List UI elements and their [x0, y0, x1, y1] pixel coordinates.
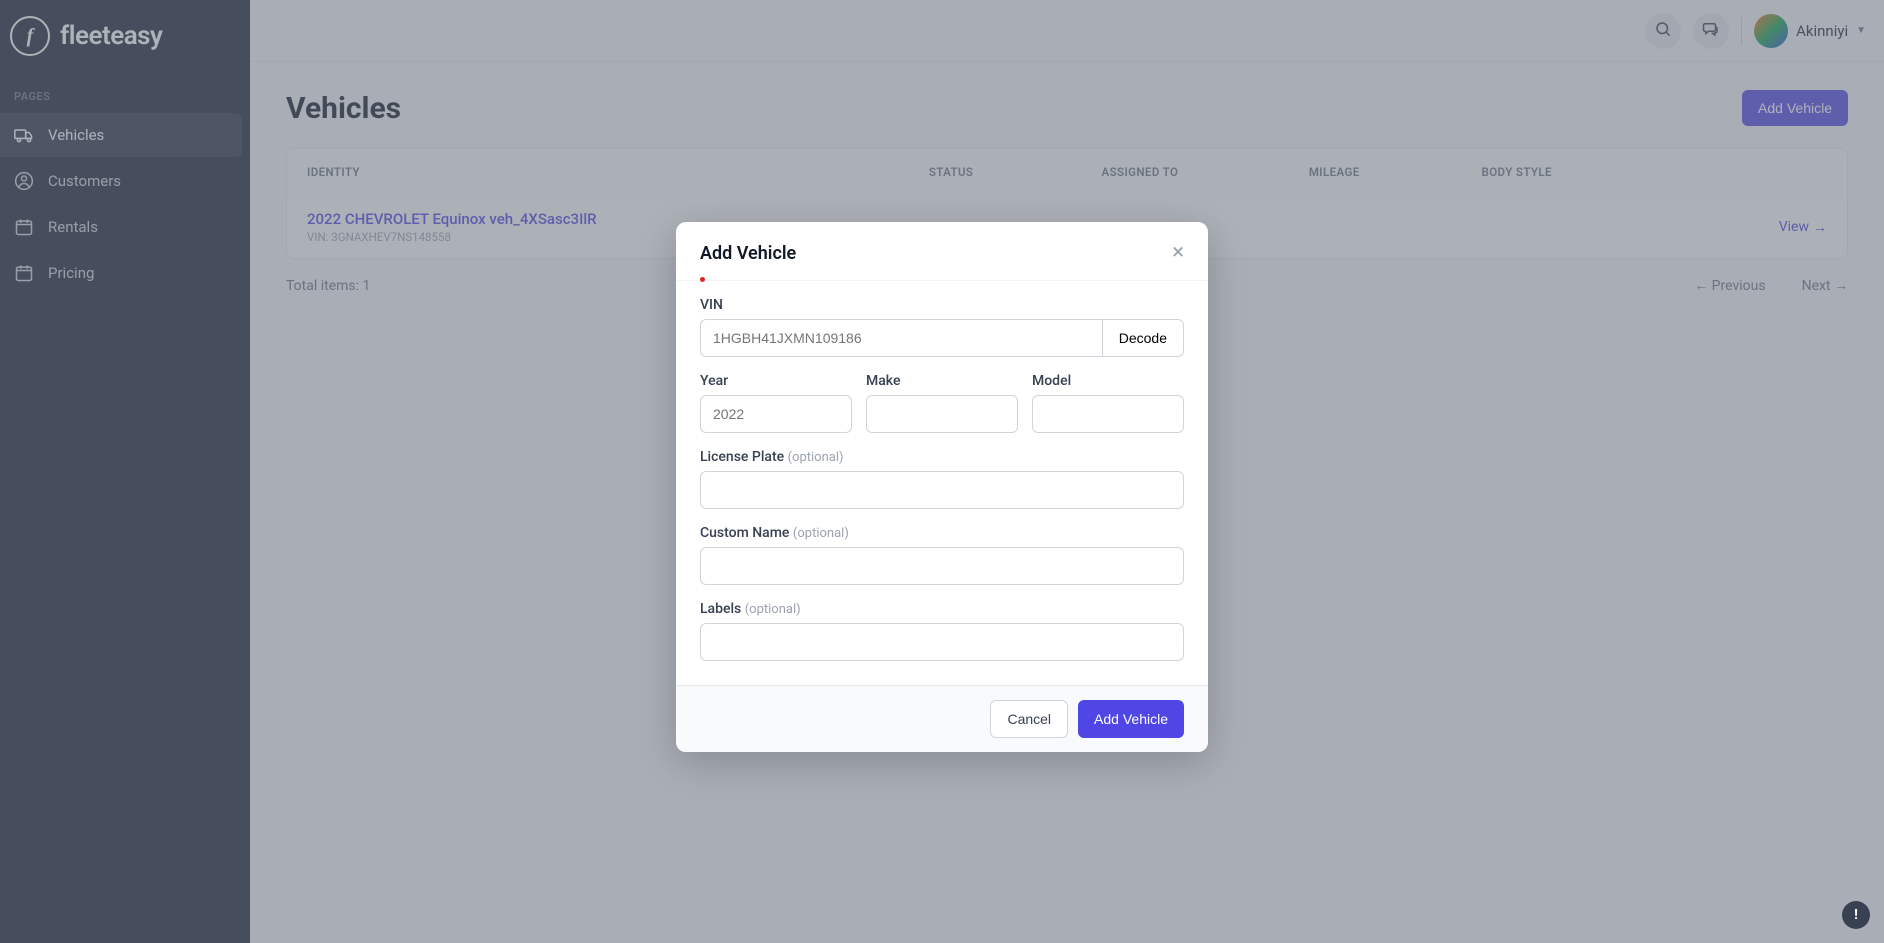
close-icon: ×: [1172, 240, 1184, 265]
make-label: Make: [866, 373, 1018, 389]
optional-text: (optional): [793, 526, 849, 541]
model-input[interactable]: [1032, 395, 1184, 433]
year-input[interactable]: [700, 395, 852, 433]
submit-add-vehicle-button[interactable]: Add Vehicle: [1078, 700, 1184, 738]
vin-input[interactable]: [700, 319, 1102, 357]
license-plate-input[interactable]: [700, 471, 1184, 509]
custom-label-text: Custom Name: [700, 525, 789, 541]
custom-name-input[interactable]: [700, 547, 1184, 585]
add-vehicle-modal: Add Vehicle × VIN Decode Year Make: [676, 222, 1208, 752]
labels-input[interactable]: [700, 623, 1184, 661]
indicator-dot: [700, 277, 705, 282]
labels-label: Labels (optional): [700, 601, 1184, 617]
modal-overlay[interactable]: Add Vehicle × VIN Decode Year Make: [0, 0, 1884, 943]
cancel-button[interactable]: Cancel: [990, 700, 1068, 738]
make-input[interactable]: [866, 395, 1018, 433]
optional-text: (optional): [788, 450, 844, 465]
model-label: Model: [1032, 373, 1184, 389]
license-plate-label: License Plate (optional): [700, 449, 1184, 465]
close-button[interactable]: ×: [1172, 242, 1184, 264]
year-label: Year: [700, 373, 852, 389]
decode-button[interactable]: Decode: [1102, 319, 1184, 357]
optional-text: (optional): [745, 602, 801, 617]
custom-name-label: Custom Name (optional): [700, 525, 1184, 541]
vin-label: VIN: [700, 297, 1184, 313]
help-fab[interactable]: !: [1842, 901, 1870, 929]
license-label-text: License Plate: [700, 449, 784, 465]
info-icon: !: [1854, 907, 1858, 923]
labels-label-text: Labels: [700, 601, 741, 617]
modal-title: Add Vehicle: [700, 243, 796, 264]
